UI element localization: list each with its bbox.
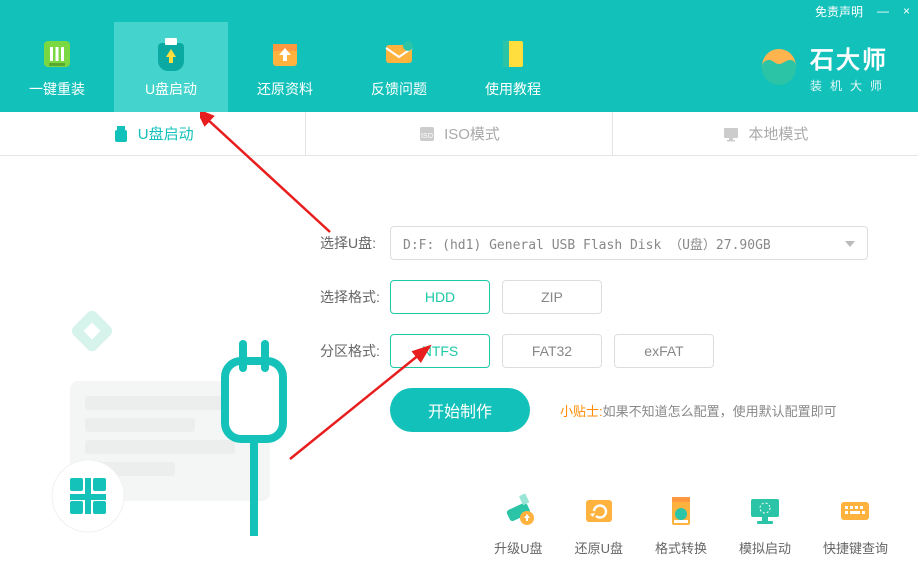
close-button[interactable]: × [903,4,910,18]
start-button[interactable]: 开始制作 [390,388,530,432]
bottom-label: 格式转换 [655,538,707,557]
tab-local-icon [722,125,740,143]
format-opt-zip[interactable]: ZIP [502,280,602,314]
partition-opt-ntfs[interactable]: NTFS [390,334,490,368]
usb-select[interactable]: D:F: (hd1) General USB Flash Disk （U盘）27… [390,226,868,260]
nav-usb[interactable]: U盘启动 [114,22,228,112]
tab-iso-icon: ISO [418,125,436,143]
tab-usb-icon [112,125,130,143]
brand-name: 石大师 [810,40,890,75]
nav-restore[interactable]: 还原资料 [228,22,342,112]
partition-opt-fat32[interactable]: FAT32 [502,334,602,368]
tab-local[interactable]: 本地模式 [613,112,918,155]
tab-usb[interactable]: U盘启动 [0,112,306,155]
upgrade-usb[interactable]: 升级U盘 [494,492,542,557]
nav-tutorial-icon [494,35,532,73]
partition-label: 分区格式: [320,341,390,361]
bottom-label: 还原U盘 [575,538,623,557]
restore-usb-icon [580,492,618,530]
tip-text: 小贴士:如果不知道怎么配置，使用默认配置即可 [560,401,837,420]
nav-label: 使用教程 [485,79,541,99]
subtab-label: 本地模式 [748,123,808,144]
format-label: 选择格式: [320,287,390,307]
nav-feedback[interactable]: 反馈问题 [342,22,456,112]
subtab-label: U盘启动 [138,123,194,144]
nav-label: 反馈问题 [371,79,427,99]
subtab-label: ISO模式 [444,123,500,144]
hotkey-query-icon [836,492,874,530]
nav-usb-icon [152,35,190,73]
nav-reinstall[interactable]: 一键重装 [0,22,114,112]
restore-usb[interactable]: 还原U盘 [575,492,623,557]
brand-sub: 装机大师 [810,77,890,94]
simulate-boot-icon [746,492,784,530]
format-opt-hdd[interactable]: HDD [390,280,490,314]
upgrade-usb-icon [499,492,537,530]
partition-opt-exfat[interactable]: exFAT [614,334,714,368]
select-usb-label: 选择U盘: [320,233,390,253]
nav-restore-icon [266,35,304,73]
disclaimer-link[interactable]: 免责声明 [815,3,863,20]
hotkey-query[interactable]: 快捷键查询 [823,492,888,557]
svg-text:ISO: ISO [421,133,434,140]
minimize-button[interactable]: — [877,4,889,18]
bottom-label: 模拟启动 [739,538,791,557]
nav-feedback-icon [380,35,418,73]
nav-reinstall-icon [38,35,76,73]
illustration [0,156,300,579]
tab-iso[interactable]: ISO ISO模式 [306,112,612,155]
bottom-label: 快捷键查询 [823,538,888,557]
nav-label: 还原资料 [257,79,313,99]
nav-tutorial[interactable]: 使用教程 [456,22,570,112]
nav-label: 一键重装 [29,79,85,99]
brand-logo-icon [758,46,800,88]
nav-label: U盘启动 [145,79,197,99]
bottom-label: 升级U盘 [494,538,542,557]
brand: 石大师 装机大师 [758,40,918,94]
format-convert[interactable]: 格式转换 [655,492,707,557]
format-convert-icon [662,492,700,530]
simulate-boot[interactable]: 模拟启动 [739,492,791,557]
